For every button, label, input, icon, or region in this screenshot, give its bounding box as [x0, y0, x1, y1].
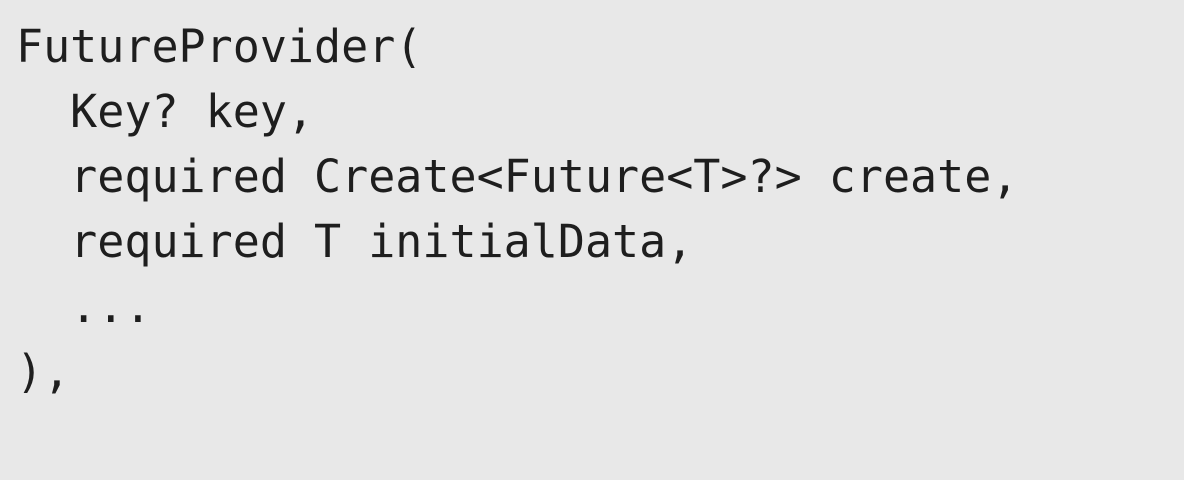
- code-block: FutureProvider( Key? key, required Creat…: [0, 0, 1184, 480]
- code-line-1: FutureProvider(: [16, 20, 423, 73]
- code-line-3: required Create<Future<T>?> create,: [16, 150, 1019, 203]
- code-line-2: Key? key,: [16, 85, 315, 138]
- code-line-5: ...: [16, 280, 152, 333]
- code-line-4: required T initialData,: [16, 215, 694, 268]
- code-line-6: ),: [16, 345, 71, 398]
